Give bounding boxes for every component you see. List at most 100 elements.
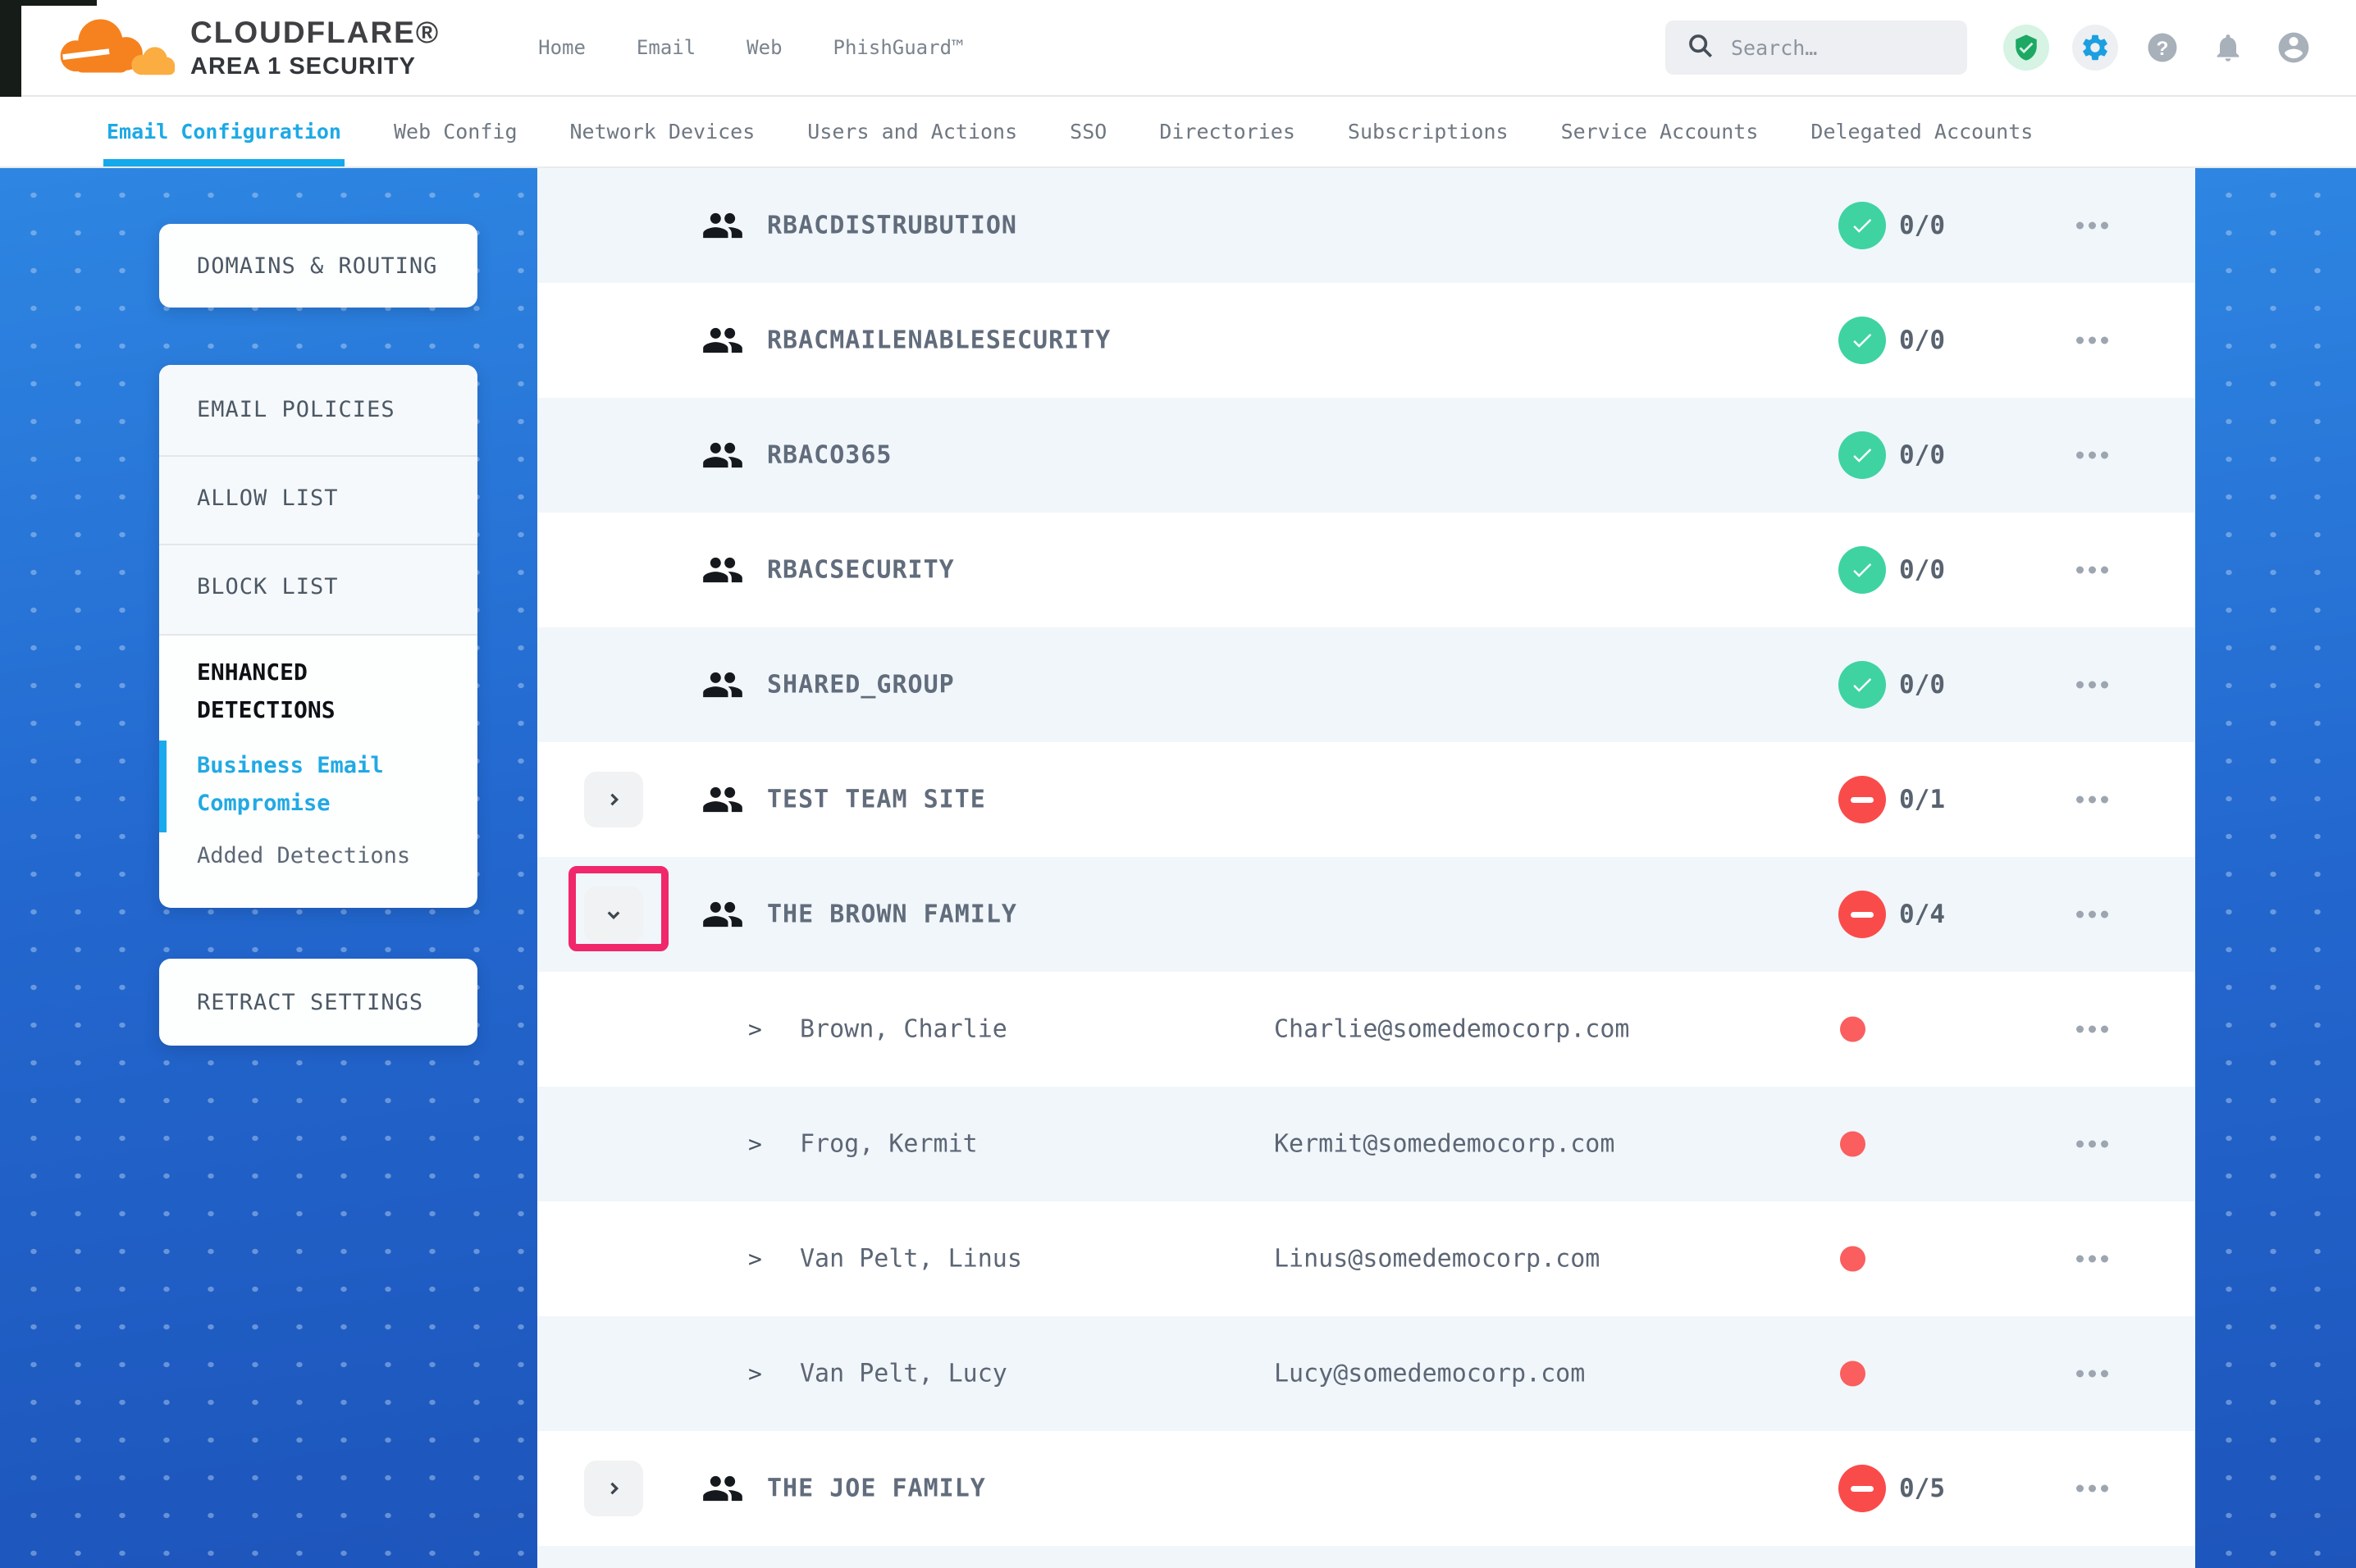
row-menu-button[interactable]: [2068, 903, 2116, 927]
group-icon: [701, 663, 744, 706]
sidebar-item-business-email-compromise[interactable]: Business Email Compromise: [197, 747, 443, 823]
expand-group-button[interactable]: [584, 1461, 643, 1516]
brand-name: CLOUDFLARE®: [190, 17, 440, 48]
tab-sso[interactable]: SSO: [1070, 97, 1107, 166]
top-nav-web[interactable]: Web: [747, 36, 782, 59]
svg-text:?: ?: [2157, 38, 2169, 60]
sidebar-item-added-detections[interactable]: Added Detections: [197, 837, 459, 875]
shield-verified-icon[interactable]: [2003, 25, 2049, 71]
groups-table: RBACDISTRUBUTION0/0RBACMAILENABLESECURIT…: [537, 168, 2195, 1568]
sidebar-card-email-policies: EMAIL POLICIES ALLOW LIST BLOCK LIST ENH…: [159, 365, 477, 908]
member-chevron-icon[interactable]: >: [748, 1246, 762, 1273]
active-item-indicator: [159, 741, 167, 832]
group-name: SHARED_GROUP: [767, 671, 955, 700]
tab-directories[interactable]: Directories: [1159, 97, 1295, 166]
tab-network-devices[interactable]: Network Devices: [570, 97, 756, 166]
row-menu-button[interactable]: [2068, 444, 2116, 467]
expand-group-button[interactable]: [584, 772, 643, 827]
group-icon: [701, 778, 744, 821]
sidebar-card-retract-settings[interactable]: RETRACT SETTINGS: [159, 959, 477, 1046]
group-icon: [701, 204, 744, 247]
row-menu-button[interactable]: [2068, 1247, 2116, 1271]
row-menu-button[interactable]: [2068, 1133, 2116, 1156]
group-name: RBACMAILENABLESECURITY: [767, 326, 1111, 355]
protection-count: 0/0: [1899, 670, 1945, 700]
member-name: Brown, Charlie: [800, 1015, 1007, 1044]
row-menu-button[interactable]: [2068, 1362, 2116, 1386]
member-chevron-icon[interactable]: >: [748, 1131, 762, 1158]
member-email: Lucy@somedemocorp.com: [1274, 1360, 1585, 1388]
member-email: Charlie@somedemocorp.com: [1274, 1015, 1629, 1044]
protection-count: 0/0: [1899, 440, 1945, 470]
row-menu-button[interactable]: [2068, 1018, 2116, 1042]
top-nav-phishguard[interactable]: PhishGuard™: [833, 36, 964, 59]
sidebar-card-domains-routing[interactable]: DOMAINS & ROUTING: [159, 224, 477, 308]
group-row: SHARED_GROUP 0/0: [537, 627, 2195, 742]
notifications-icon[interactable]: [2207, 26, 2249, 69]
row-menu-button[interactable]: [2068, 329, 2116, 353]
row-menu-button[interactable]: [2068, 1477, 2116, 1501]
group-row: RBACSECURITY0/0: [537, 513, 2195, 627]
group-icon: [701, 319, 744, 362]
sidebar-item-enhanced-detections: ENHANCED DETECTIONS: [197, 654, 443, 729]
sidebar-item-allow-list[interactable]: ALLOW LIST: [197, 476, 461, 521]
protection-count: 0/1: [1899, 785, 1945, 814]
tab-subscriptions[interactable]: Subscriptions: [1348, 97, 1509, 166]
email-policies-title: EMAIL POLICIES: [197, 388, 461, 432]
page: CLOUDFLARE® AREA 1 SECURITY Home Email Web…: [0, 0, 2356, 1568]
status-dot-alert: [1840, 1017, 1865, 1042]
group-icon: [701, 893, 744, 936]
account-icon[interactable]: [2272, 26, 2315, 69]
retract-settings-label: RETRACT SETTINGS: [197, 990, 423, 1015]
group-name: RBACSECURITY: [767, 556, 955, 585]
status-dot-alert: [1840, 1361, 1865, 1387]
member-name: Van Pelt, Linus: [800, 1245, 1022, 1274]
top-bar: CLOUDFLARE® AREA 1 SECURITY Home Email Web…: [0, 0, 2356, 97]
top-nav-home[interactable]: Home: [538, 36, 586, 59]
group-row: RBACMAILENABLESECURITY0/0: [537, 283, 2195, 398]
member-chevron-icon[interactable]: >: [748, 1016, 762, 1043]
group-row: THE BROWN FAMILY0/4: [537, 857, 2195, 972]
row-menu-button[interactable]: [2068, 673, 2116, 697]
status-badge-allowed-icon: [1838, 317, 1886, 364]
member-chevron-icon[interactable]: >: [748, 1361, 762, 1388]
sidebar-item-block-list[interactable]: BLOCK LIST: [197, 565, 461, 609]
status-dot-alert: [1840, 1132, 1865, 1157]
group-row: RBACDISTRUBUTION0/0: [537, 168, 2195, 283]
tab-email-configuration[interactable]: Email Configuration: [107, 97, 341, 166]
screen-corner-artifact: [0, 0, 21, 97]
cloudflare-logo[interactable]: CLOUDFLARE® AREA 1 SECURITY: [48, 11, 440, 84]
group-icon: [701, 1467, 744, 1510]
top-nav-email[interactable]: Email: [637, 36, 696, 59]
member-row: >Frog, KermitKermit@somedemocorp.com: [537, 1087, 2195, 1201]
cloudflare-cloud-icon: [48, 11, 179, 84]
status-badge-blocked-icon: [1838, 776, 1886, 823]
right-decorative-panel: [2195, 168, 2356, 1568]
group-name: RBACDISTRUBUTION: [767, 212, 1017, 240]
row-menu-button[interactable]: [2068, 214, 2116, 238]
member-row: > Van Pelt, Lucy Lucy@somedemocorp.com: [537, 1316, 2195, 1431]
group-name: RBACO365: [767, 441, 893, 470]
member-email: Kermit@somedemocorp.com: [1274, 1130, 1614, 1159]
search-box[interactable]: Search…: [1665, 21, 1967, 75]
section-tabs: Email Configuration Web Config Network Dev…: [0, 97, 2356, 168]
group-row: TEST TEAM SITE0/1: [537, 742, 2195, 857]
partial-next-row: [537, 1546, 2195, 1568]
search-placeholder: Search…: [1731, 36, 1817, 60]
tab-web-config[interactable]: Web Config: [394, 97, 518, 166]
gear-icon[interactable]: [2072, 25, 2118, 71]
status-dot-alert: [1840, 1247, 1865, 1272]
protection-count: 0/5: [1899, 1474, 1945, 1503]
member-name: Van Pelt, Lucy: [800, 1360, 1007, 1388]
status-badge-blocked-icon: [1838, 891, 1886, 938]
tab-service-accounts[interactable]: Service Accounts: [1561, 97, 1759, 166]
row-menu-button[interactable]: [2068, 788, 2116, 812]
help-icon[interactable]: ?: [2141, 26, 2184, 69]
tab-delegated-accounts[interactable]: Delegated Accounts: [1810, 97, 2033, 166]
tab-users-and-actions[interactable]: Users and Actions: [807, 97, 1017, 166]
row-menu-button[interactable]: [2068, 558, 2116, 582]
protection-count: 0/4: [1899, 900, 1945, 929]
group-row: THE JOE FAMILY0/5: [537, 1431, 2195, 1546]
member-email: Linus@somedemocorp.com: [1274, 1245, 1600, 1274]
top-nav: Home Email Web PhishGuard™: [538, 36, 963, 59]
